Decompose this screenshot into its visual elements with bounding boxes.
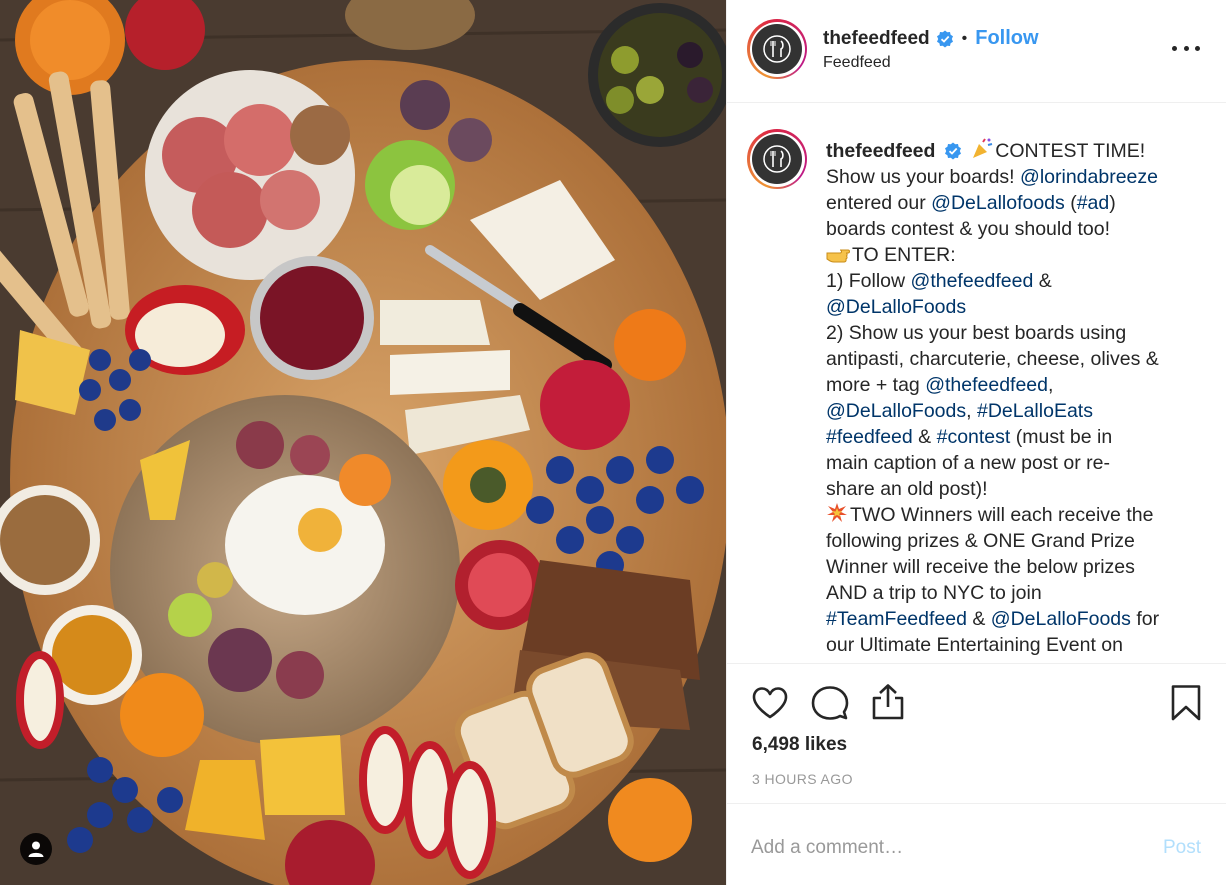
caption-text-segment: & xyxy=(1033,270,1052,292)
caption-line: 2) Show us your best boards using xyxy=(826,322,1127,344)
author-subtitle[interactable]: Feedfeed xyxy=(823,54,891,72)
fork-knife-logo-icon xyxy=(763,35,791,63)
collision-icon xyxy=(827,503,847,522)
follow-button[interactable]: Follow xyxy=(975,27,1038,50)
party-popper-icon xyxy=(973,138,993,158)
caption-text-segment: & xyxy=(912,426,937,448)
caption-text-segment: for xyxy=(1130,608,1160,630)
caption-text-segment: ) xyxy=(1109,192,1116,214)
verified-badge-icon xyxy=(944,142,961,160)
caption-text-segment: & xyxy=(966,608,991,630)
person-icon xyxy=(28,841,44,857)
more-dot-icon xyxy=(1195,45,1200,51)
caption-line: TWO Winners will each receive the xyxy=(850,504,1154,526)
mention-link[interactable]: @DeLallofoods xyxy=(931,192,1065,214)
hashtag-link[interactable]: #contest xyxy=(937,426,1011,448)
post-timestamp[interactable]: 3 HOURS AGO xyxy=(752,771,853,787)
hashtag-link[interactable]: #TeamFeedfeed xyxy=(826,608,967,630)
author-username[interactable]: thefeedfeed xyxy=(823,28,930,50)
mention-link[interactable]: @DeLalloFoods xyxy=(826,296,966,318)
share-icon xyxy=(872,684,904,720)
more-dot-icon xyxy=(1172,45,1177,51)
caption-line: TO ENTER: xyxy=(852,244,956,266)
hashtag-link[interactable]: #DeLalloEats xyxy=(977,400,1093,422)
verified-badge-icon xyxy=(936,30,953,47)
caption-text-segment: Show us your boards! xyxy=(826,166,1021,188)
post-photo[interactable] xyxy=(0,0,726,885)
comment-button[interactable] xyxy=(811,685,849,726)
fork-knife-logo-icon xyxy=(763,145,791,173)
caption-line: antipasti, charcuterie, cheese, olives & xyxy=(826,348,1159,370)
more-dot-icon xyxy=(1183,45,1189,51)
separator-dot: • xyxy=(961,29,968,47)
comment-bubble-icon xyxy=(811,686,849,720)
caption-text-segment: , xyxy=(1048,374,1054,396)
hashtag-link[interactable]: #feedfeed xyxy=(826,426,913,448)
caption-text-segment: , xyxy=(966,400,977,422)
mention-link[interactable]: @DeLalloFoods xyxy=(826,400,966,422)
caption-text-segment: ( xyxy=(1064,192,1077,214)
share-button[interactable] xyxy=(870,683,906,726)
caption-line: Winner will receive the below prizes xyxy=(826,556,1135,578)
avatar[interactable] xyxy=(747,19,807,79)
save-button[interactable] xyxy=(1170,684,1202,727)
like-button[interactable] xyxy=(751,686,789,725)
tagged-users-button[interactable] xyxy=(20,833,52,865)
heart-icon xyxy=(752,687,788,719)
caption-line: boards contest & you should too! xyxy=(826,218,1111,240)
caption-line: following prizes & ONE Grand Prize xyxy=(826,530,1135,552)
post-actions: 6,498 likes 3 HOURS AGO xyxy=(727,663,1226,802)
comment-input[interactable] xyxy=(751,832,1131,864)
mention-link[interactable]: @lorindabreeze xyxy=(1020,166,1158,188)
caption-username[interactable]: thefeedfeed xyxy=(826,140,935,162)
mention-link[interactable]: @thefeedfeed xyxy=(911,270,1034,292)
caption-line: CONTEST TIME! xyxy=(995,140,1146,162)
caption-section: thefeedfeed CONTEST TIME! Show us your b… xyxy=(727,104,1226,662)
post-header: thefeedfeed • Follow Feedfeed xyxy=(727,0,1226,103)
bookmark-icon xyxy=(1171,685,1201,721)
caption-line: AND a trip to NYC to join xyxy=(826,582,1042,604)
caption-line: share an old post)! xyxy=(826,478,988,500)
comment-form: Post xyxy=(727,803,1226,885)
more-options-button[interactable] xyxy=(1172,38,1200,58)
mention-link[interactable]: @DeLalloFoods xyxy=(991,608,1131,630)
post-comment-button[interactable]: Post xyxy=(1163,837,1201,859)
caption-line: our Ultimate Entertaining Event on xyxy=(826,634,1123,656)
pointing-hand-icon xyxy=(826,249,850,263)
caption-line: main caption of a new post or re- xyxy=(826,452,1110,474)
caption-text-segment: (must be in xyxy=(1010,426,1113,448)
caption-text-segment: more + tag xyxy=(826,374,926,396)
caption-text: thefeedfeed CONTEST TIME! Show us your b… xyxy=(826,138,1202,658)
hashtag-link[interactable]: #ad xyxy=(1077,192,1110,214)
charcuterie-board-image xyxy=(0,0,726,885)
caption-text-segment: entered our xyxy=(826,192,932,214)
post-detail-panel: thefeedfeed • Follow Feedfeed thefeedfee… xyxy=(726,0,1226,885)
likes-count[interactable]: 6,498 likes xyxy=(752,734,847,756)
caption-avatar[interactable] xyxy=(747,129,807,189)
mention-link[interactable]: @thefeedfeed xyxy=(925,374,1048,396)
caption-text-segment: 1) Follow xyxy=(826,270,911,292)
